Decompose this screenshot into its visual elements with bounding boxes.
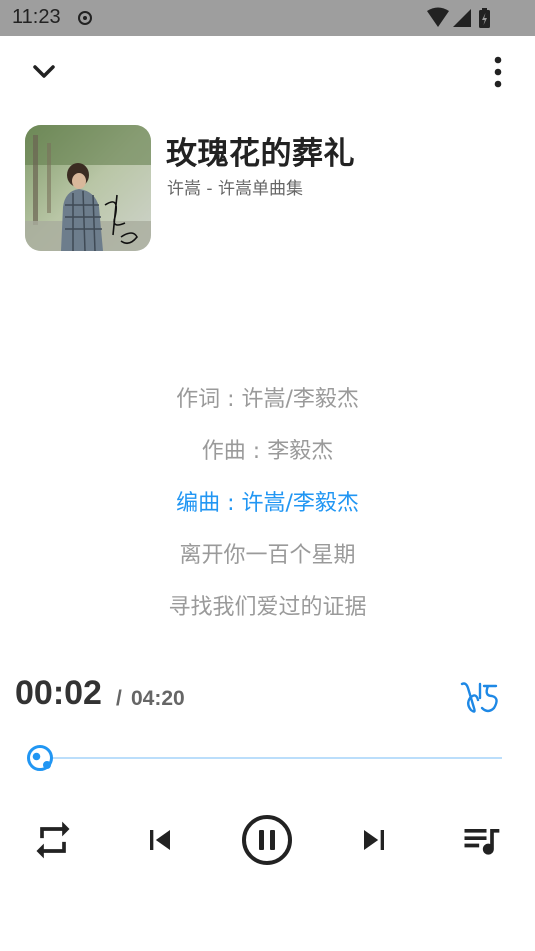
album-art[interactable] [25,125,151,251]
playlist-button[interactable] [453,812,509,868]
lyric-line: 离开你一百个星期 [179,543,356,568]
seek-thumb[interactable] [26,744,54,772]
seek-track [36,757,502,759]
song-artist-album[interactable]: 许嵩 - 许嵩单曲集 [167,174,303,199]
time-separator: / [116,687,122,710]
chevron-down-icon [33,65,55,78]
current-time: 00:02 [15,674,102,712]
status-icons [427,7,490,28]
seek-bar[interactable] [22,744,502,772]
play-pause-button[interactable] [239,812,295,868]
song-header: 玫瑰花的葬礼 许嵩 - 许嵩单曲集 [0,124,535,254]
wifi-icon [427,7,449,27]
collapse-button[interactable] [26,56,62,88]
skip-previous-icon [150,830,170,850]
song-title: 玫瑰花的葬礼 [166,136,355,172]
lyrics-toggle-button[interactable] [458,674,502,718]
lyric-line: 作词 : 许嵩/李毅杰 [176,387,359,412]
total-time: 04:20 [131,687,185,710]
status-bar: 11:23 [0,0,535,36]
lyric-line: 作曲 : 李毅杰 [201,439,334,464]
top-bar [0,36,535,108]
lyric-line: 寻找我们爱过的证据 [168,595,367,620]
record-icon [78,11,92,25]
repeat-button[interactable] [25,812,81,868]
time-row: 00:02 / 04:20 [0,672,535,722]
more-vertical-icon [494,56,502,88]
more-options-button[interactable] [487,54,509,90]
lyrics-view[interactable]: 作词 : 许嵩/李毅杰 作曲 : 李毅杰 编曲 : 许嵩/李毅杰 离开你一百个星… [0,380,535,640]
queue-music-icon [464,829,500,855]
skip-next-icon [364,830,384,850]
playback-controls [0,812,535,872]
next-button[interactable] [346,812,402,868]
signal-icon [453,9,471,27]
lyric-line-current: 编曲 : 许嵩/李毅杰 [176,491,359,516]
battery-charging-icon [479,8,490,28]
repeat-icon [36,821,70,859]
pause-circle-icon [242,815,292,865]
lyrics-signature-icon [460,682,498,713]
album-cover-image [25,125,151,251]
status-time: 11:23 [12,6,61,28]
previous-button[interactable] [132,812,188,868]
